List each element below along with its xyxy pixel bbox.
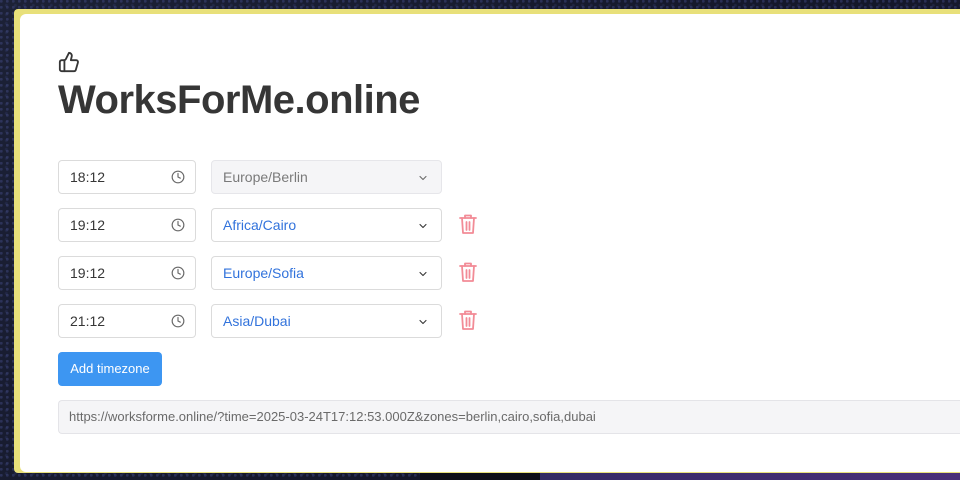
chevron-down-icon bbox=[419, 175, 427, 181]
timezone-row: 19:12 Europe/Sofia bbox=[58, 256, 498, 290]
clock-icon[interactable] bbox=[171, 266, 185, 280]
trash-icon[interactable] bbox=[458, 213, 478, 235]
timezone-select[interactable]: Africa/Cairo bbox=[211, 208, 442, 242]
add-timezone-button[interactable]: Add timezone bbox=[58, 352, 162, 386]
clock-icon[interactable] bbox=[171, 218, 185, 232]
time-value: 19:12 bbox=[70, 265, 106, 281]
chevron-down-icon bbox=[419, 223, 427, 229]
time-input[interactable]: 21:12 bbox=[58, 304, 196, 338]
time-value: 18:12 bbox=[70, 169, 106, 185]
time-value: 19:12 bbox=[70, 217, 106, 233]
chevron-down-icon bbox=[419, 319, 427, 325]
timezone-select[interactable]: Asia/Dubai bbox=[211, 304, 442, 338]
trash-icon[interactable] bbox=[458, 309, 478, 331]
share-url-field[interactable]: https://worksforme.online/?time=2025-03-… bbox=[58, 400, 960, 434]
timezone-select[interactable]: Europe/Berlin bbox=[211, 160, 442, 194]
timezone-select[interactable]: Europe/Sofia bbox=[211, 256, 442, 290]
page-title: WorksForMe.online bbox=[58, 78, 420, 122]
timezone-row: 19:12 Africa/Cairo bbox=[58, 208, 498, 242]
timezone-row: 18:12 Europe/Berlin bbox=[58, 160, 498, 194]
chevron-down-icon bbox=[419, 271, 427, 277]
time-input[interactable]: 18:12 bbox=[58, 160, 196, 194]
time-input[interactable]: 19:12 bbox=[58, 256, 196, 290]
time-input[interactable]: 19:12 bbox=[58, 208, 196, 242]
time-value: 21:12 bbox=[70, 313, 106, 329]
clock-icon[interactable] bbox=[171, 170, 185, 184]
trash-icon[interactable] bbox=[458, 261, 478, 283]
timezone-value: Europe/Sofia bbox=[223, 265, 304, 281]
timezone-value: Africa/Cairo bbox=[223, 217, 297, 233]
clock-icon[interactable] bbox=[171, 314, 185, 328]
thumbs-up-icon bbox=[58, 51, 79, 73]
timezone-value: Asia/Dubai bbox=[223, 313, 291, 329]
timezone-row: 21:12 Asia/Dubai bbox=[58, 304, 498, 338]
timezone-value: Europe/Berlin bbox=[223, 169, 308, 185]
